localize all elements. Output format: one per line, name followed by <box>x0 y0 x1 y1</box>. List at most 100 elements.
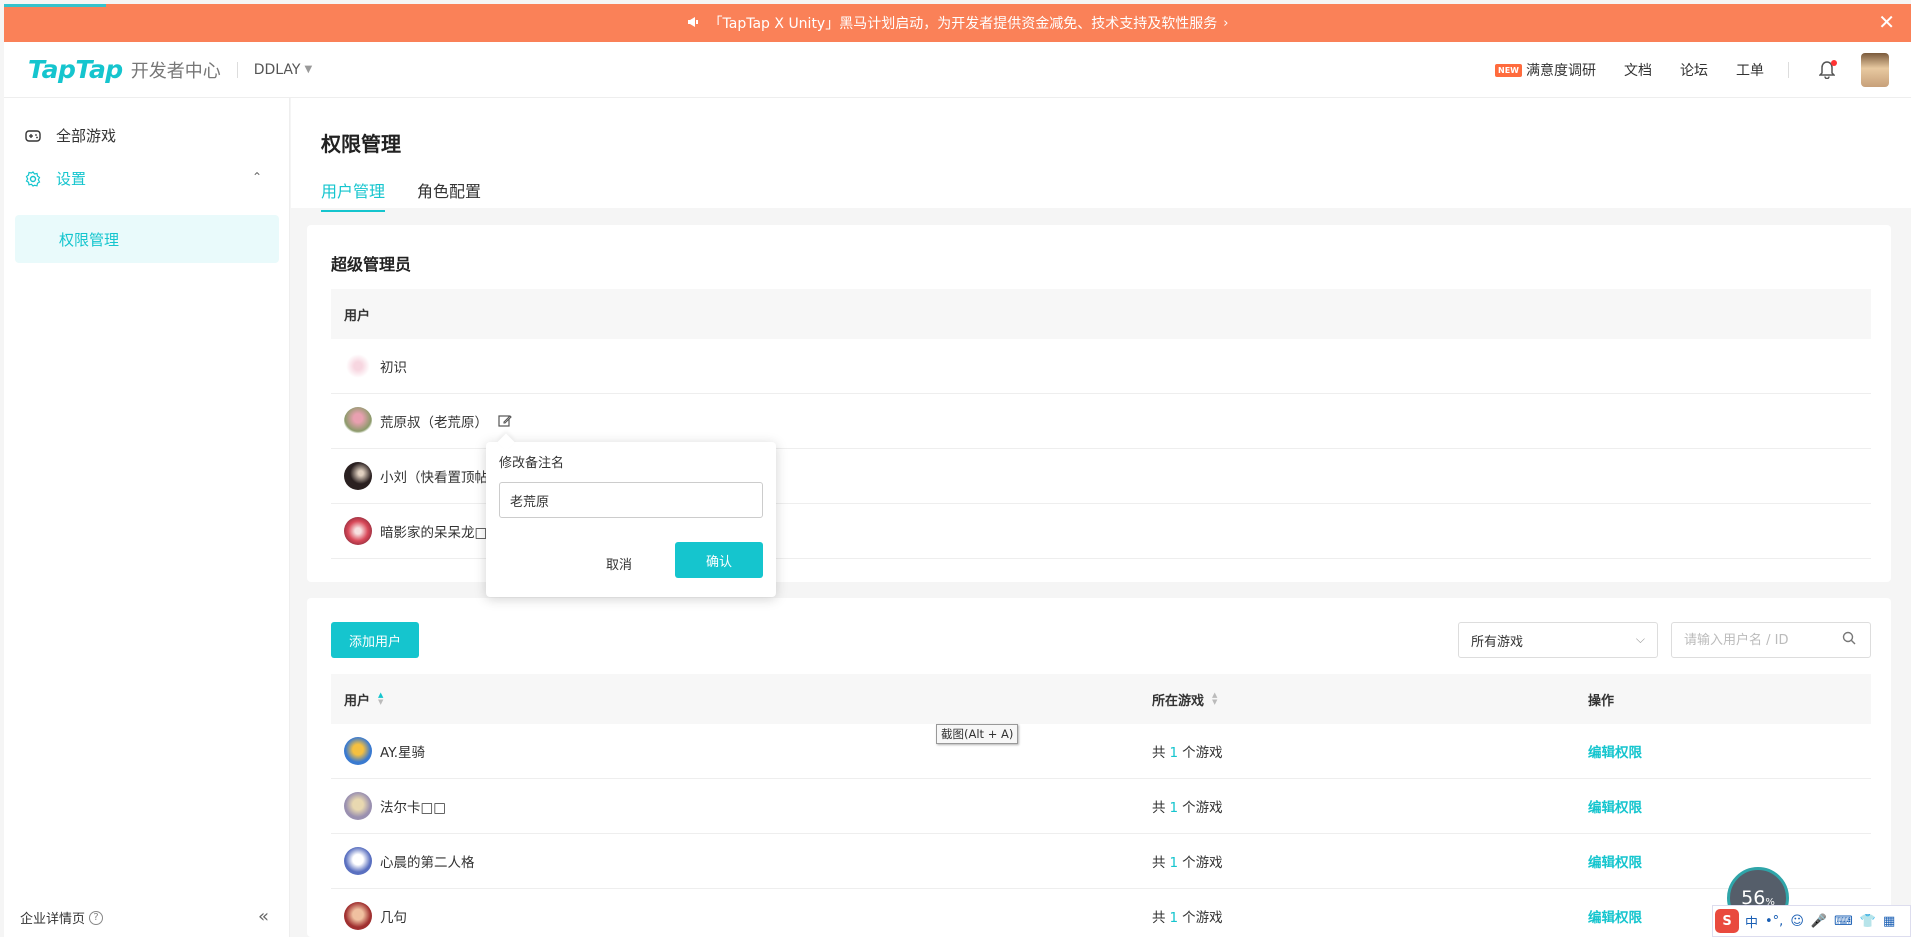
column-games: 所在游戏 <box>1152 693 1205 709</box>
column-action: 操作 <box>1588 693 1615 709</box>
sidebar-item-permissions[interactable]: 权限管理 <box>15 215 279 263</box>
tab-role-config[interactable]: 角色配置 <box>417 178 481 212</box>
add-user-button[interactable]: 添加用户 <box>331 622 419 658</box>
games-count: 共 1 个游戏 <box>1152 855 1223 871</box>
sidebar-item-all-games[interactable]: 全部游戏 <box>24 125 116 146</box>
table-row: 荒原叔（老荒原） <box>331 394 1871 449</box>
user-name: 小刘（快看置顶帖 <box>380 470 488 486</box>
sidebar-item-label: 设置 <box>56 170 87 188</box>
user-list-card: 添加用户 所有游戏 ⌵ 用户 ▲▼ 所在游戏 ▲▼ 操作 AY.星骑 共1个游戏… <box>307 598 1891 937</box>
skin-icon[interactable]: 👕 <box>1860 914 1876 929</box>
chevron-right-icon: › <box>1223 15 1229 31</box>
notification-dot <box>1831 60 1837 66</box>
cancel-button[interactable]: 取消 <box>606 554 632 573</box>
sidebar-item-settings[interactable]: 设置 <box>24 168 86 189</box>
logo-subtitle: 开发者中心 <box>130 60 221 82</box>
super-admin-title: 超级管理员 <box>331 255 412 274</box>
avatar <box>344 352 372 380</box>
ime-language[interactable]: 中 <box>1745 912 1758 931</box>
help-icon: ? <box>89 910 104 925</box>
divider <box>1788 62 1789 78</box>
alias-input[interactable] <box>499 482 763 518</box>
column-user: 用户 <box>344 693 371 709</box>
gear-icon <box>24 170 42 188</box>
page-header: 权限管理 用户管理 角色配置 <box>291 98 1911 212</box>
org-switcher[interactable]: DDLAY ▼ <box>254 62 312 78</box>
ime-logo[interactable]: S <box>1715 909 1739 933</box>
gamepad-icon <box>24 127 42 145</box>
close-icon[interactable]: ✕ <box>1878 10 1895 34</box>
survey-label: 满意度调研 <box>1526 63 1596 79</box>
taptap-logo[interactable]: TapTap <box>28 55 123 84</box>
edit-permission-link[interactable]: 编辑权限 <box>1588 741 1642 761</box>
user-name: 暗影家的呆呆龙□ <box>380 525 488 541</box>
chevron-up-icon[interactable]: ⌃ <box>252 170 262 184</box>
avatar <box>344 792 372 820</box>
docs-link[interactable]: 文档 <box>1624 60 1652 80</box>
survey-link[interactable]: NEW 满意度调研 <box>1495 60 1596 80</box>
top-navigation: TapTap 开发者中心 DDLAY ▼ NEW 满意度调研 文档 论坛 工单 <box>4 42 1911 98</box>
tab-user-management[interactable]: 用户管理 <box>321 178 386 212</box>
user-avatar[interactable] <box>1861 53 1889 87</box>
edit-icon[interactable] <box>498 414 512 428</box>
popover-title: 修改备注名 <box>499 456 565 471</box>
sidebar: 全部游戏 设置 ⌃ 权限管理 企业详情页 ? « <box>4 98 290 937</box>
table-row: 几句 共 1 个游戏 编辑权限 <box>331 889 1871 937</box>
avatar <box>344 462 372 490</box>
sidebar-item-label: 全部游戏 <box>56 127 117 145</box>
user-name: AY.星骑 <box>380 745 425 761</box>
menu-grid-icon[interactable]: ▦ <box>1883 914 1895 929</box>
keyboard-icon[interactable]: ⌨ <box>1834 914 1853 929</box>
user-name: 心晨的第二人格 <box>380 855 475 871</box>
confirm-button[interactable]: 确认 <box>675 542 763 578</box>
collapse-sidebar-icon[interactable]: « <box>258 906 269 927</box>
user-name: 法尔卡□□ <box>380 800 447 816</box>
games-count: 共 1 个游戏 <box>1152 800 1223 816</box>
banner-text[interactable]: 「TapTap X Unity」黑马计划启动，为开发者提供资金减免、技术支持及软… <box>709 13 1218 33</box>
search-input[interactable] <box>1671 622 1871 658</box>
games-count: 共 1 个游戏 <box>1152 745 1223 761</box>
avatar <box>344 737 372 765</box>
column-user-sortable[interactable]: 用户 ▲ ▼ <box>344 690 383 709</box>
sort-icon: ▲ ▼ <box>1212 691 1218 706</box>
search-icon[interactable] <box>1842 631 1858 647</box>
column-games-sortable[interactable]: 所在游戏 ▲ ▼ <box>1152 690 1217 709</box>
org-name: DDLAY <box>253 61 301 78</box>
game-filter-value: 所有游戏 <box>1471 634 1524 650</box>
edit-permission-link[interactable]: 编辑权限 <box>1588 906 1642 926</box>
game-filter-select[interactable]: 所有游戏 ⌵ <box>1458 622 1658 658</box>
games-count: 共 1 个游戏 <box>1152 910 1223 926</box>
bell-icon[interactable] <box>1817 60 1837 80</box>
page-title: 权限管理 <box>321 132 401 156</box>
megaphone-icon <box>687 16 699 31</box>
avatar <box>344 407 372 435</box>
column-user: 用户 <box>344 308 371 324</box>
table-header: 用户 ▲ ▼ 所在游戏 ▲ ▼ 操作 <box>331 674 1871 724</box>
ime-toolbar[interactable]: S 中 •°, ☺ 🎤 ⌨ 👕 ▦ <box>1712 905 1911 937</box>
new-badge: NEW <box>1495 63 1522 77</box>
ime-punctuation[interactable]: •°, <box>1765 914 1783 929</box>
forum-link[interactable]: 论坛 <box>1680 60 1708 80</box>
edit-alias-popover: 修改备注名 取消 确认 <box>486 433 776 597</box>
user-name: 荒原叔（老荒原） <box>380 415 488 431</box>
table-row: 法尔卡□□ 共 1 个游戏 编辑权限 <box>331 779 1871 834</box>
edit-permission-link[interactable]: 编辑权限 <box>1588 851 1642 871</box>
user-name: 初识 <box>380 360 407 376</box>
table-row: 初识 <box>331 339 1871 394</box>
edit-permission-link[interactable]: 编辑权限 <box>1588 796 1642 816</box>
company-page-link[interactable]: 企业详情页 ? <box>20 908 104 927</box>
microphone-icon[interactable]: 🎤 <box>1811 914 1827 929</box>
avatar <box>344 902 372 930</box>
banner-progress-bar <box>4 4 106 7</box>
sort-icon: ▲ ▼ <box>378 691 384 706</box>
user-name: 几句 <box>380 910 407 926</box>
announcement-banner[interactable]: 「TapTap X Unity」黑马计划启动，为开发者提供资金减免、技术支持及软… <box>4 4 1911 42</box>
caret-down-icon: ▼ <box>304 64 313 75</box>
chevron-down-icon: ⌵ <box>1635 632 1645 646</box>
emoji-icon[interactable]: ☺ <box>1790 914 1804 929</box>
tickets-link[interactable]: 工单 <box>1736 60 1764 80</box>
divider <box>236 61 238 78</box>
table-row: 心晨的第二人格 共 1 个游戏 编辑权限 <box>331 834 1871 889</box>
screenshot-tooltip: 截图(Alt + A) <box>936 724 1019 744</box>
avatar <box>344 847 372 875</box>
